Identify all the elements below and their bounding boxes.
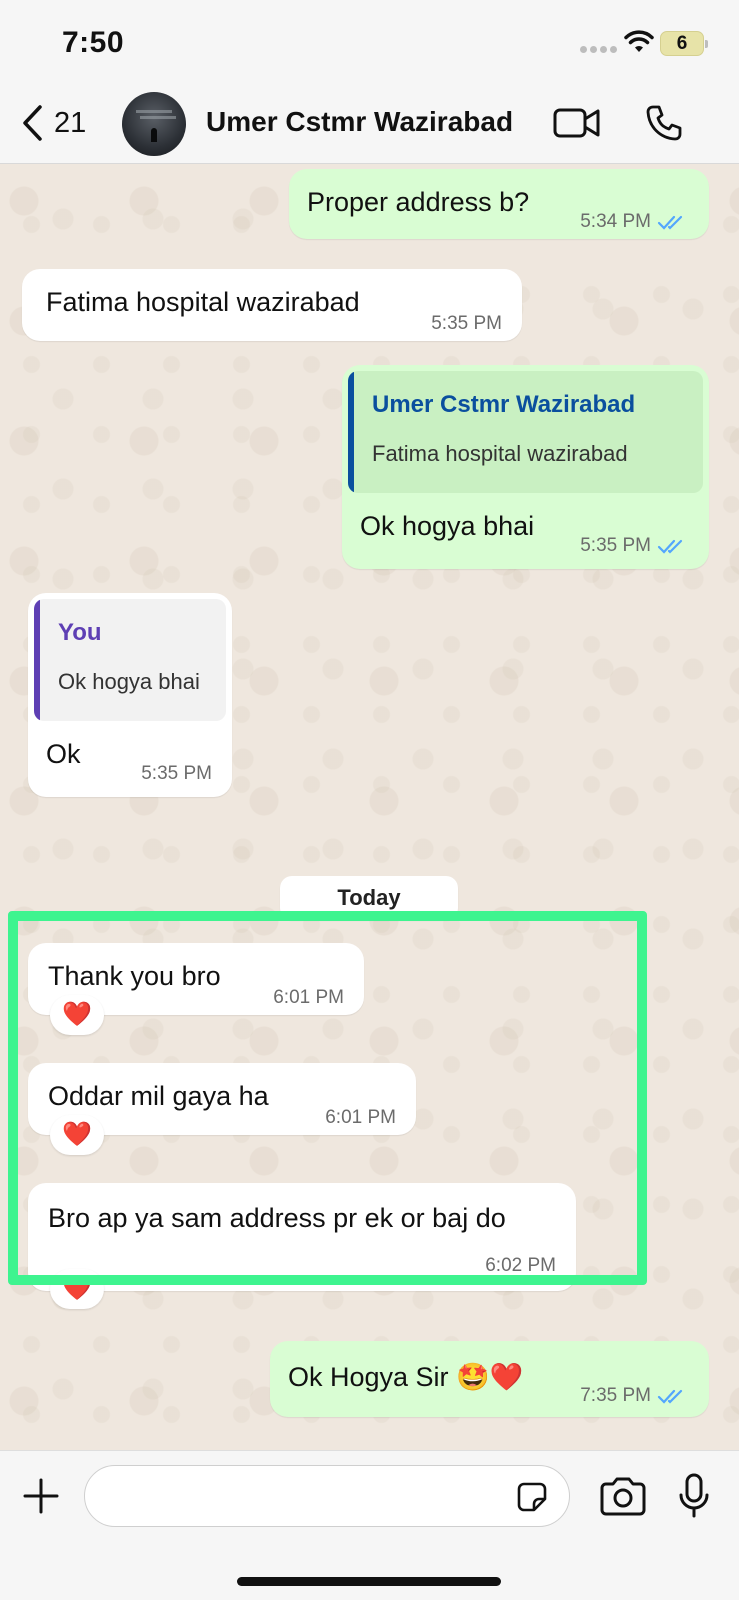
battery-indicator: 6 [660,31,708,56]
back-chevron-icon [23,105,42,141]
message-timestamp: 6:01 PM [273,987,344,1008]
double-check-icon [657,1389,683,1404]
message-time: 5:35 PM [580,535,687,557]
cellular-signal-icon [580,46,617,53]
message-timestamp: 5:34 PM [580,211,651,232]
phone-icon[interactable] [645,104,683,142]
reaction-badge[interactable]: ❤️ [50,995,104,1035]
contact-avatar[interactable] [122,92,186,156]
message-text: Bro ap ya sam address pr ek or baj do [48,1203,506,1233]
message-text: Proper address b? [307,187,530,217]
unread-count: 21 [54,106,87,139]
message-bubble-outgoing[interactable]: Proper address b? 5:34 PM [289,169,709,239]
reaction-badge[interactable]: ❤️ [50,1115,104,1155]
camera-icon[interactable] [598,1476,648,1518]
quote-accent-bar [34,599,40,721]
quoted-text: Fatima hospital wazirabad [372,441,628,466]
chat-header: 21 Umer Cstmr Wazirabad [0,86,739,164]
message-input[interactable] [84,1465,570,1527]
status-time: 7:50 [62,26,125,59]
message-bubble-incoming[interactable]: Fatima hospital wazirabad 5:35 PM [22,269,522,341]
back-button[interactable]: 21 [20,104,86,142]
message-text: Fatima hospital wazirabad [46,287,360,317]
double-check-icon [657,539,683,554]
message-timestamp: 6:02 PM [485,1255,556,1276]
contact-name[interactable]: Umer Cstmr Wazirabad [206,106,513,138]
quoted-message[interactable]: Umer Cstmr Wazirabad Fatima hospital waz… [348,371,703,493]
reaction-badge[interactable]: ❤️ [50,1269,104,1309]
status-bar: 7:50 6 [0,0,739,86]
message-bubble-outgoing[interactable]: Umer Cstmr Wazirabad Fatima hospital waz… [342,365,709,569]
message-time: 6:02 PM [485,1255,556,1277]
wifi-icon [624,30,654,52]
quoted-sender: You [58,619,102,646]
message-time: 5:35 PM [431,313,502,335]
quoted-sender: Umer Cstmr Wazirabad [372,391,636,418]
message-text: Ok hogya bhai [360,511,535,541]
message-text: Oddar mil gaya ha [48,1081,269,1111]
sticker-icon[interactable] [516,1481,548,1513]
message-time: 5:34 PM [580,211,687,233]
message-bubble-incoming[interactable]: Bro ap ya sam address pr ek or baj do 6:… [28,1183,576,1291]
chat-area[interactable]: Proper address b? 5:34 PM Fatima hospita… [0,165,739,1450]
message-bubble-outgoing[interactable]: Ok Hogya Sir 🤩❤️ 7:35 PM [270,1341,709,1417]
message-timestamp: 6:01 PM [325,1107,396,1128]
message-time: 5:35 PM [141,763,212,785]
day-separator: Today [280,876,458,920]
plus-icon[interactable] [22,1477,60,1515]
home-indicator[interactable] [237,1577,501,1586]
quoted-message[interactable]: You Ok hogya bhai [34,599,226,721]
message-time: 6:01 PM [273,987,344,1009]
message-bubble-incoming[interactable]: You Ok hogya bhai Ok 5:35 PM [28,593,232,797]
message-text: Ok [46,739,81,769]
message-timestamp: 5:35 PM [141,763,212,784]
message-time: 6:01 PM [325,1107,396,1129]
message-text: Ok Hogya Sir 🤩❤️ [288,1362,524,1392]
message-timestamp: 7:35 PM [580,1385,651,1406]
double-check-icon [657,215,683,230]
message-timestamp: 5:35 PM [431,313,502,334]
message-timestamp: 5:35 PM [580,535,651,556]
message-text: Thank you bro [48,961,221,991]
microphone-icon[interactable] [678,1473,710,1519]
quote-accent-bar [348,371,354,493]
quoted-text: Ok hogya bhai [58,669,200,694]
video-camera-icon[interactable] [553,105,601,141]
message-time: 7:35 PM [580,1385,687,1407]
